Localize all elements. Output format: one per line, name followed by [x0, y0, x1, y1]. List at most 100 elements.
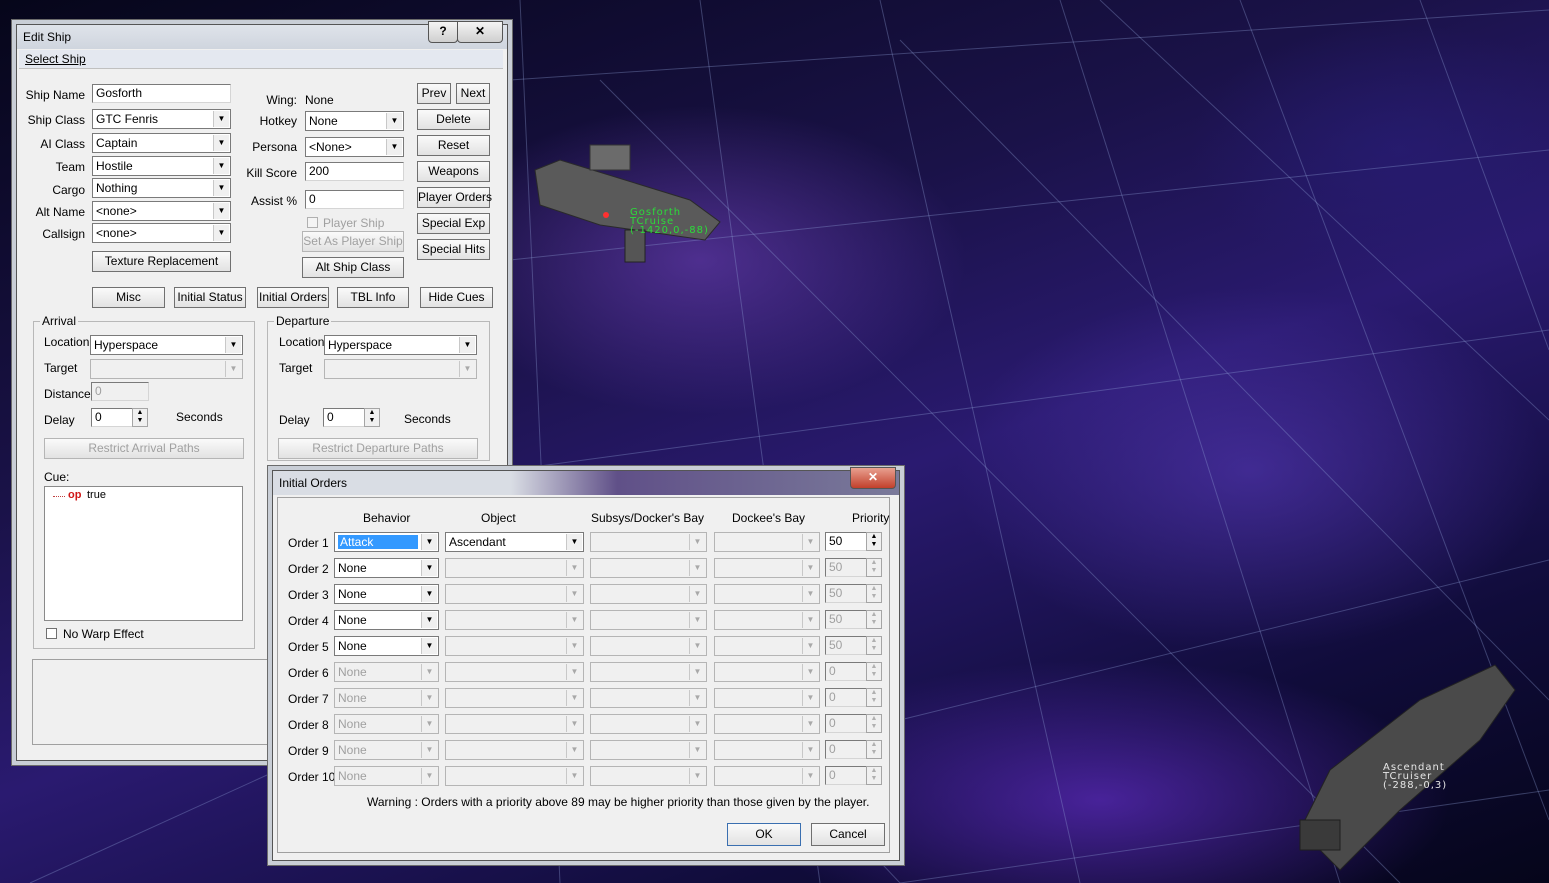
order-object-select[interactable]: ▼ [445, 662, 584, 682]
order-priority-spinner[interactable]: ▲ ▼ [866, 662, 882, 681]
no-warp-effect-checkbox[interactable] [46, 628, 57, 639]
order-object-select[interactable]: ▼ [445, 558, 584, 578]
order-priority-spinner[interactable]: ▲ ▼ [866, 688, 882, 707]
special-exp-button[interactable]: Special Exp [417, 213, 490, 234]
order-priority-field[interactable]: 0 [825, 740, 867, 759]
order-priority-spinner[interactable]: ▲ ▼ [866, 740, 882, 759]
departure-location-select[interactable]: Hyperspace ▼ [324, 335, 477, 355]
order-priority-field[interactable]: 50 [825, 610, 867, 629]
order-dockee-select[interactable]: ▼ [714, 740, 820, 760]
order-object-select[interactable]: ▼ [445, 636, 584, 656]
persona-select[interactable]: <None> ▼ [305, 137, 404, 157]
order-object-select[interactable]: Ascendant ▼ [445, 532, 584, 552]
order-dockee-select[interactable]: ▼ [714, 610, 820, 630]
order-priority-field[interactable]: 50 [825, 532, 867, 551]
close-button[interactable]: ✕ [457, 21, 503, 43]
order-priority-spinner[interactable]: ▲ ▼ [866, 532, 882, 551]
hotkey-select[interactable]: None ▼ [305, 111, 404, 131]
weapons-button[interactable]: Weapons [417, 161, 490, 182]
cue-value[interactable]: true [87, 489, 106, 501]
order-priority-field[interactable]: 0 [825, 688, 867, 707]
order-subsys-select[interactable]: ▼ [590, 766, 707, 786]
initial-status-button[interactable]: Initial Status [174, 287, 246, 308]
close-button[interactable]: ✕ [850, 467, 896, 489]
order-priority-field[interactable]: 0 [825, 766, 867, 785]
order-priority-spinner[interactable]: ▲ ▼ [866, 610, 882, 629]
order-subsys-select[interactable]: ▼ [590, 610, 707, 630]
order-subsys-select[interactable]: ▼ [590, 532, 707, 552]
departure-target-select[interactable]: ▼ [324, 359, 477, 379]
order-object-select[interactable]: ▼ [445, 766, 584, 786]
cue-tree[interactable]: op true [44, 486, 243, 621]
arrival-target-select[interactable]: ▼ [90, 359, 243, 379]
ai-class-select[interactable]: Captain ▼ [92, 133, 231, 153]
order-behavior-select[interactable]: None ▼ [334, 558, 439, 578]
initial-orders-button[interactable]: Initial Orders [257, 287, 329, 308]
order-dockee-select[interactable]: ▼ [714, 584, 820, 604]
alt-name-select[interactable]: <none> ▼ [92, 201, 231, 221]
order-object-select[interactable]: ▼ [445, 584, 584, 604]
order-priority-field[interactable]: 0 [825, 662, 867, 681]
order-priority-field[interactable]: 50 [825, 584, 867, 603]
misc-button[interactable]: Misc [92, 287, 165, 308]
texture-replacement-button[interactable]: Texture Replacement [92, 251, 231, 272]
prev-button[interactable]: Prev [417, 83, 451, 104]
order-subsys-select[interactable]: ▼ [590, 636, 707, 656]
cargo-select[interactable]: Nothing ▼ [92, 178, 231, 198]
order-subsys-select[interactable]: ▼ [590, 558, 707, 578]
order-priority-spinner[interactable]: ▲ ▼ [866, 636, 882, 655]
departure-delay-spinner[interactable]: ▲ ▼ [364, 408, 380, 427]
tbl-info-button[interactable]: TBL Info [337, 287, 409, 308]
order-priority-spinner[interactable]: ▲ ▼ [866, 714, 882, 733]
order-behavior-select[interactable]: None ▼ [334, 714, 439, 734]
order-subsys-select[interactable]: ▼ [590, 688, 707, 708]
team-select[interactable]: Hostile ▼ [92, 156, 231, 176]
alt-ship-class-button[interactable]: Alt Ship Class [302, 257, 404, 278]
order-object-select[interactable]: ▼ [445, 714, 584, 734]
order-priority-field[interactable]: 50 [825, 636, 867, 655]
order-dockee-select[interactable]: ▼ [714, 558, 820, 578]
help-button[interactable]: ? [428, 21, 458, 43]
order-subsys-select[interactable]: ▼ [590, 662, 707, 682]
arrival-location-select[interactable]: Hyperspace ▼ [90, 335, 243, 355]
arrival-delay-field[interactable]: 0 [91, 408, 133, 427]
arrival-delay-spinner[interactable]: ▲ ▼ [132, 408, 148, 427]
ship-class-select[interactable]: GTC Fenris ▼ [92, 109, 231, 129]
cancel-button[interactable]: Cancel [811, 823, 885, 846]
order-dockee-select[interactable]: ▼ [714, 532, 820, 552]
order-dockee-select[interactable]: ▼ [714, 688, 820, 708]
order-behavior-select[interactable]: None ▼ [334, 766, 439, 786]
next-button[interactable]: Next [456, 83, 490, 104]
order-dockee-select[interactable]: ▼ [714, 636, 820, 656]
callsign-select[interactable]: <none> ▼ [92, 223, 231, 243]
order-behavior-select[interactable]: None ▼ [334, 636, 439, 656]
delete-button[interactable]: Delete [417, 109, 490, 130]
ok-button[interactable]: OK [727, 823, 801, 846]
special-hits-button[interactable]: Special Hits [417, 239, 490, 260]
order-behavior-select[interactable]: None ▼ [334, 662, 439, 682]
hide-cues-button[interactable]: Hide Cues [420, 287, 493, 308]
reset-button[interactable]: Reset [417, 135, 490, 156]
restrict-arrival-paths-button[interactable]: Restrict Arrival Paths [44, 438, 244, 459]
initial-orders-titlebar[interactable]: Initial Orders [273, 471, 899, 495]
menu-select-ship[interactable]: Select Ship [25, 52, 86, 66]
order-behavior-select[interactable]: None ▼ [334, 610, 439, 630]
order-priority-field[interactable]: 0 [825, 714, 867, 733]
player-orders-button[interactable]: Player Orders [417, 187, 492, 208]
set-as-player-ship-button[interactable]: Set As Player Ship [302, 231, 404, 252]
order-behavior-select[interactable]: Attack ▼ [334, 532, 439, 552]
arrival-distance-field[interactable]: 0 [91, 382, 149, 401]
order-subsys-select[interactable]: ▼ [590, 584, 707, 604]
order-subsys-select[interactable]: ▼ [590, 714, 707, 734]
order-dockee-select[interactable]: ▼ [714, 662, 820, 682]
order-behavior-select[interactable]: None ▼ [334, 740, 439, 760]
order-behavior-select[interactable]: None ▼ [334, 688, 439, 708]
order-priority-field[interactable]: 50 [825, 558, 867, 577]
order-priority-spinner[interactable]: ▲ ▼ [866, 584, 882, 603]
order-dockee-select[interactable]: ▼ [714, 714, 820, 734]
order-object-select[interactable]: ▼ [445, 688, 584, 708]
order-object-select[interactable]: ▼ [445, 610, 584, 630]
order-object-select[interactable]: ▼ [445, 740, 584, 760]
order-dockee-select[interactable]: ▼ [714, 766, 820, 786]
ship-name-field[interactable]: Gosforth [92, 84, 231, 103]
